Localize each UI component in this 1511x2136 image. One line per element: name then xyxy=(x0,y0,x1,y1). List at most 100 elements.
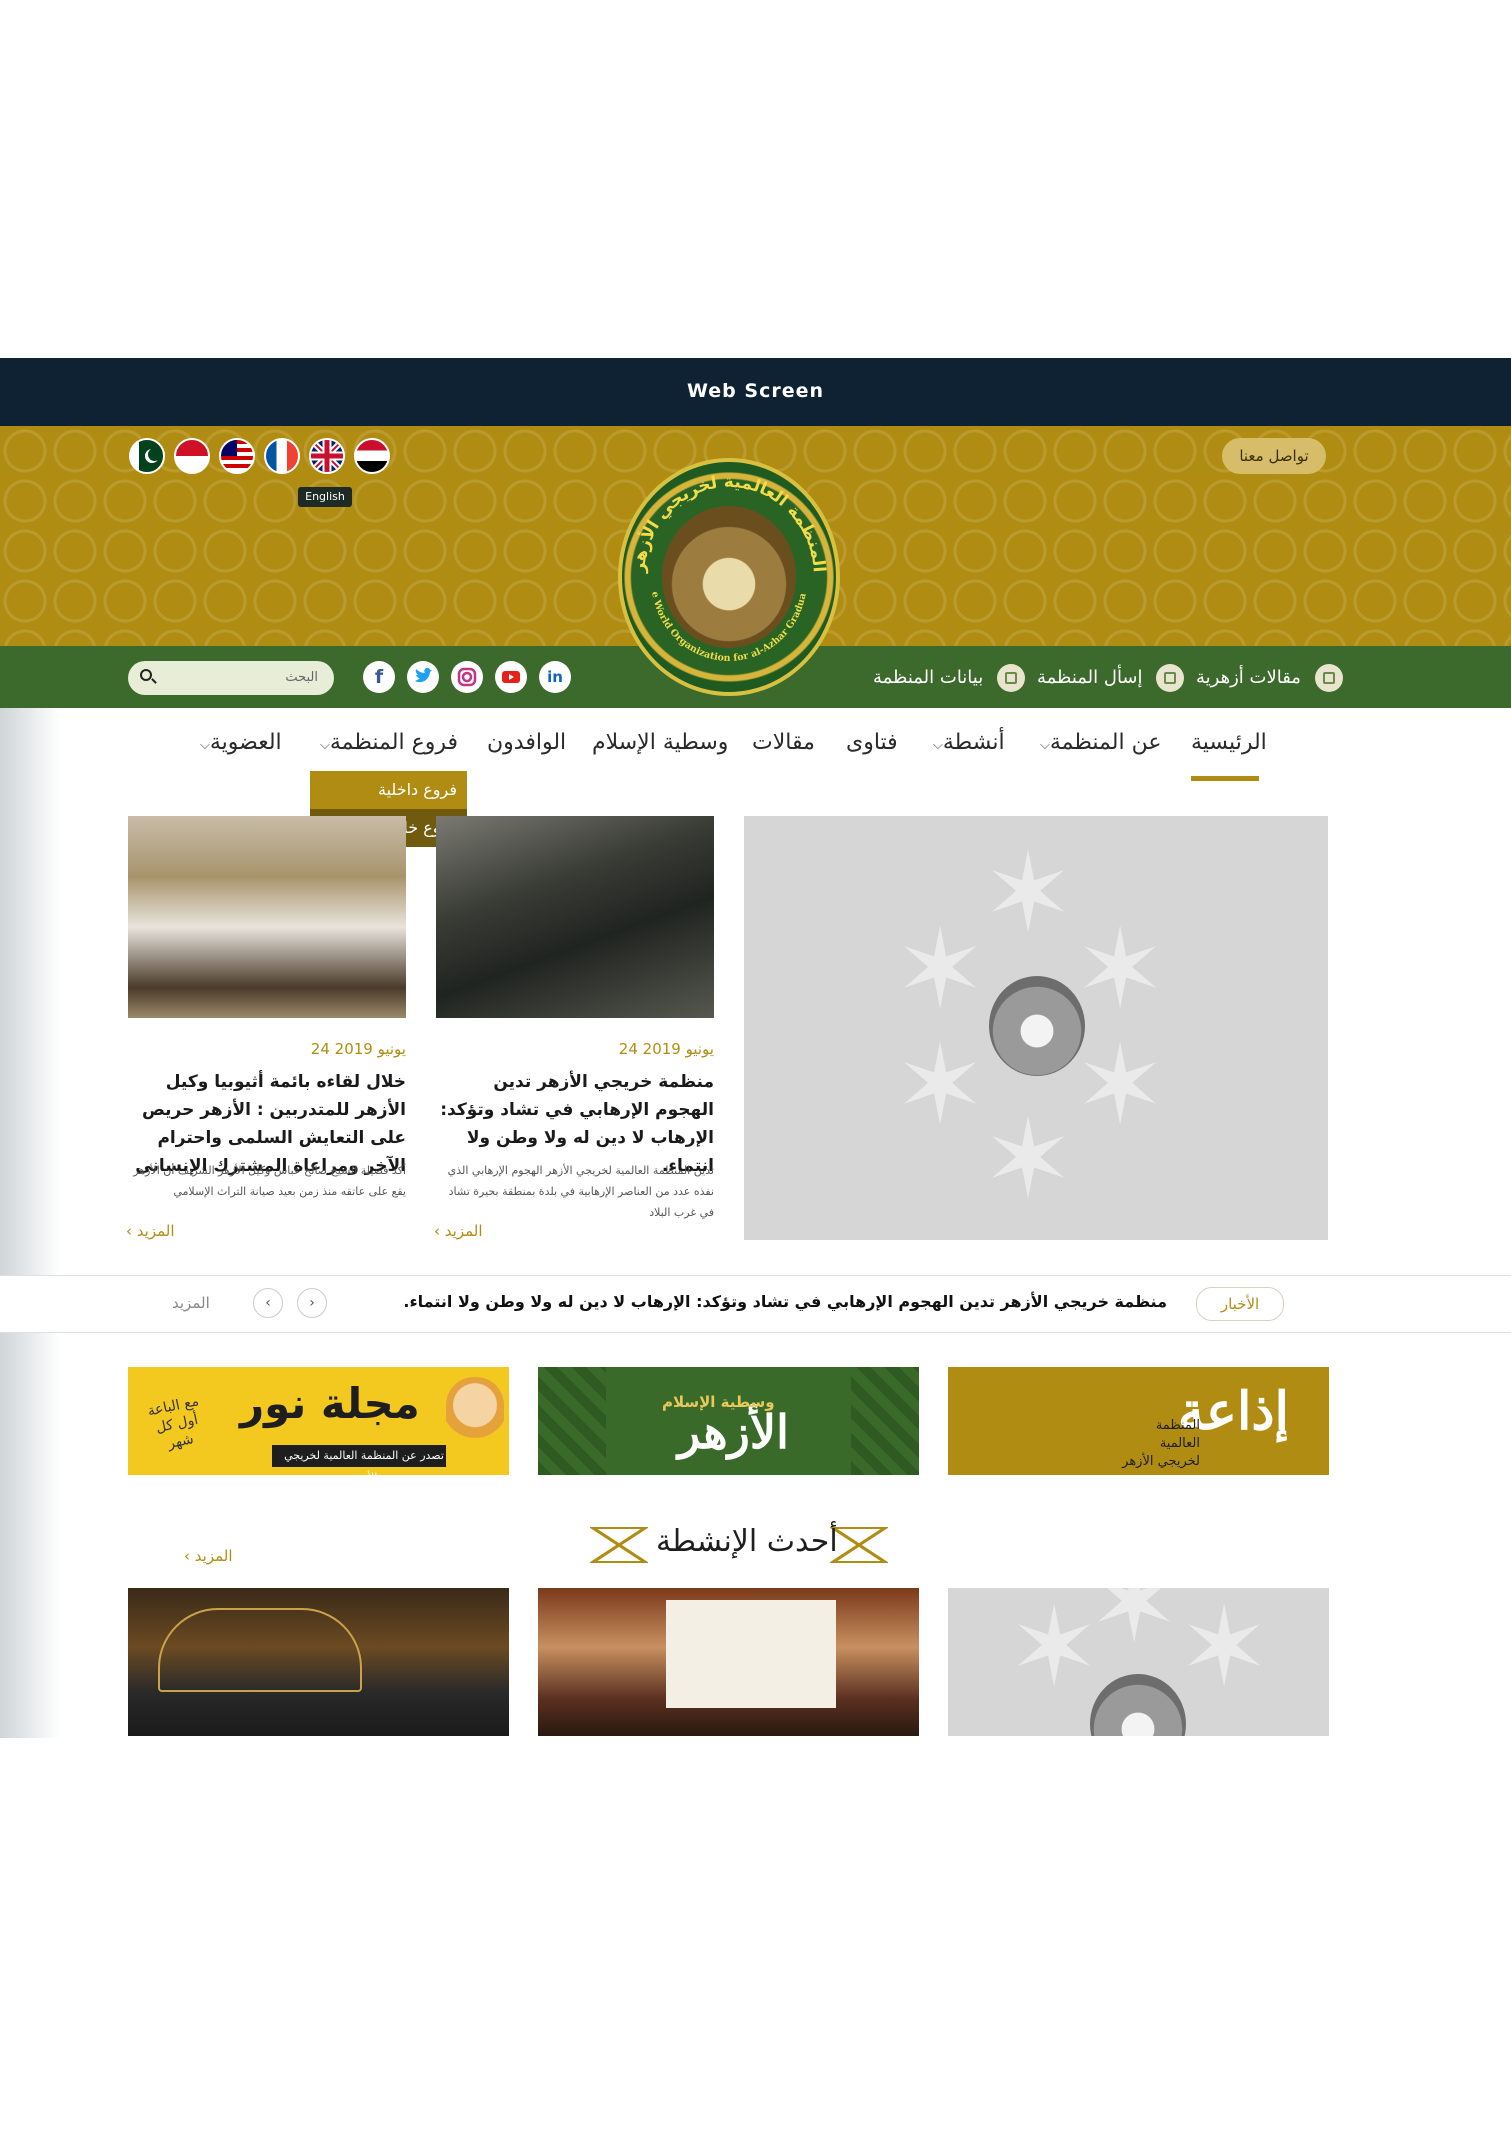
ornament-icon xyxy=(590,1527,648,1563)
nav-branches[interactable]: ⌵فروع المنظمة xyxy=(316,730,458,755)
chevron-down-icon: ⌵ xyxy=(320,738,330,753)
news-excerpt: أكد فضيلة الشيخ صالح عباس وكيل الأزهر ال… xyxy=(133,1164,406,1198)
chevron-down-icon: ⌵ xyxy=(933,738,943,753)
chevron-down-icon: ⌵ xyxy=(200,738,210,753)
star-ornament-icon: ✶ xyxy=(982,1095,1075,1223)
twitter-icon[interactable] xyxy=(407,661,439,693)
boy-character-icon xyxy=(446,1377,504,1471)
nav-activities-label: أنشطة xyxy=(942,730,1005,755)
window-title: Web Screen xyxy=(687,380,824,402)
star-ornament-icon: ✶ xyxy=(1074,1021,1167,1149)
search-placeholder: البحث xyxy=(285,670,318,685)
linkedin-icon[interactable]: in xyxy=(539,661,571,693)
chevron-left-icon: ‹ xyxy=(265,1295,271,1311)
star-ornament-icon: ✶ xyxy=(1074,905,1167,1033)
search-input[interactable]: البحث xyxy=(128,661,334,695)
noor-magazine-banner[interactable]: مجلة نور مع الباعة أول كل شهر تصدر عن ال… xyxy=(128,1367,509,1475)
ticker-label[interactable]: الأخبار xyxy=(1196,1287,1284,1321)
statements-label: بيانات المنظمة xyxy=(873,667,984,688)
featured-slider-placeholder[interactable]: ✶ ✶ ✶ ✶ ✶ ✶ xyxy=(744,816,1328,1240)
nav-fatwas[interactable]: فتاوى xyxy=(846,730,898,755)
instagram-icon[interactable] xyxy=(451,661,483,693)
news-image[interactable] xyxy=(436,816,714,1018)
placeholder-emblem xyxy=(1090,1674,1186,1736)
nav-articles[interactable]: مقالات xyxy=(752,730,815,755)
chevron-right-icon: › xyxy=(309,1295,315,1311)
radio-banner-subtitle: المنظمة العالمية لخريجي الأزهر xyxy=(1122,1418,1200,1469)
azhar-articles-link[interactable]: مقالات أزهرية xyxy=(1196,660,1343,696)
logo-text-arabic: المنظمة العالمية لخريجي الأزهر xyxy=(629,472,829,574)
nav-about[interactable]: ⌵عن المنظمة xyxy=(1036,730,1161,755)
nav-wasatiya[interactable]: وسطية الإسلام xyxy=(592,730,728,755)
ticker-prev-button[interactable]: ‹ xyxy=(253,1288,283,1318)
news-image[interactable] xyxy=(128,816,406,1018)
activity-image[interactable] xyxy=(128,1588,509,1736)
news-date: 24 يونيو 2019 xyxy=(618,1040,714,1058)
ticker-next-button[interactable]: › xyxy=(297,1288,327,1318)
azhar-articles-label: مقالات أزهرية xyxy=(1196,667,1301,688)
activities-more-link[interactable]: ‹ المزيد xyxy=(184,1547,233,1565)
noor-banner-title: مجلة نور xyxy=(240,1379,420,1428)
star-ornament-icon: ✶ xyxy=(982,829,1075,957)
radio-banner[interactable]: إذاعة المنظمة العالمية لخريجي الأزهر xyxy=(948,1367,1329,1475)
malaysia-flag-icon[interactable] xyxy=(219,438,255,474)
ask-organization-label: إسأل المنظمة xyxy=(1037,667,1143,688)
star-ornament-icon: ✶ xyxy=(894,905,987,1033)
contact-us-button[interactable]: تواصل معنا xyxy=(1222,438,1326,474)
wasatiya-banner[interactable]: الأزهر وسطية الإسلام xyxy=(538,1367,919,1475)
page-edge-shadow xyxy=(0,708,60,1738)
wasatiya-banner-title: الأزهر xyxy=(678,1405,789,1459)
pakistan-flag-icon[interactable] xyxy=(129,438,165,474)
placeholder-emblem xyxy=(989,976,1085,1076)
document-icon xyxy=(1314,664,1343,692)
news-more-link[interactable]: ‹ المزيد xyxy=(434,1222,483,1240)
chat-icon xyxy=(1156,664,1185,692)
pattern-decoration xyxy=(851,1367,919,1475)
arch-decoration xyxy=(158,1608,362,1692)
nav-about-label: عن المنظمة xyxy=(1049,730,1162,755)
star-ornament-icon: ✶ xyxy=(894,1021,987,1149)
nav-wafidoun[interactable]: الوافدون xyxy=(487,730,566,755)
wasatiya-banner-subtitle: وسطية الإسلام xyxy=(662,1393,775,1411)
chevron-left-icon: ‹ xyxy=(126,1222,132,1240)
facebook-icon[interactable]: f xyxy=(363,661,395,693)
star-ornament-icon: ✶ xyxy=(1178,1588,1271,1711)
noor-banner-side: مع الباعة أول كل شهر xyxy=(146,1393,201,1453)
ask-organization-link[interactable]: إسأل المنظمة xyxy=(1037,660,1185,696)
france-flag-icon[interactable] xyxy=(264,438,300,474)
window-title-bar: Web Screen xyxy=(0,358,1511,426)
chevron-left-icon: ‹ xyxy=(434,1222,440,1240)
ornament-icon xyxy=(830,1527,888,1563)
nav-home[interactable]: الرئيسية xyxy=(1191,730,1267,755)
language-tooltip: English xyxy=(298,487,352,507)
nav-active-indicator xyxy=(1191,776,1259,781)
news-more-label: المزيد xyxy=(444,1222,483,1240)
statements-link[interactable]: بيانات المنظمة xyxy=(873,660,1025,696)
nav-branches-label: فروع المنظمة xyxy=(329,730,458,755)
dropdown-internal-branches[interactable]: فروع داخلية xyxy=(310,771,467,809)
star-ornament-icon: ✶ xyxy=(1008,1588,1101,1711)
nav-membership[interactable]: ⌵العضوية xyxy=(196,730,282,755)
nav-activities[interactable]: ⌵أنشطة xyxy=(929,730,1005,755)
indonesia-flag-icon[interactable] xyxy=(174,438,210,474)
news-more-link[interactable]: ‹ المزيد xyxy=(126,1222,175,1240)
uk-flag-icon[interactable] xyxy=(309,438,345,474)
noor-banner-strip: تصدر عن المنظمة العالمية لخريجي الأزهر xyxy=(272,1445,456,1475)
chevron-left-icon: ‹ xyxy=(184,1547,190,1565)
pen-icon xyxy=(996,664,1025,692)
svg-text:المنظمة العالمية لخريجي الأزهر: المنظمة العالمية لخريجي الأزهر xyxy=(629,472,829,574)
search-icon[interactable] xyxy=(140,669,152,681)
news-more-label: المزيد xyxy=(136,1222,175,1240)
nav-membership-label: العضوية xyxy=(209,730,282,755)
organization-logo[interactable]: المنظمة العالمية لخريجي الأزهر The World… xyxy=(618,458,840,696)
news-date: 24 يونيو 2019 xyxy=(310,1040,406,1058)
egypt-flag-icon[interactable] xyxy=(354,438,390,474)
activity-image-placeholder[interactable]: ✶ ✶ ✶ xyxy=(948,1588,1329,1736)
screen-poster xyxy=(666,1600,836,1708)
news-excerpt: تدين المنظمة العالمية لخريجي الأزهر الهج… xyxy=(447,1164,714,1219)
star-ornament-icon: ✶ xyxy=(1088,1588,1181,1667)
activity-image[interactable] xyxy=(538,1588,919,1736)
ticker-more-link[interactable]: المزيد xyxy=(172,1294,210,1312)
ticker-headline[interactable]: منظمة خريجي الأزهر تدين الهجوم الإرهابي … xyxy=(403,1292,1167,1311)
youtube-icon[interactable] xyxy=(495,661,527,693)
